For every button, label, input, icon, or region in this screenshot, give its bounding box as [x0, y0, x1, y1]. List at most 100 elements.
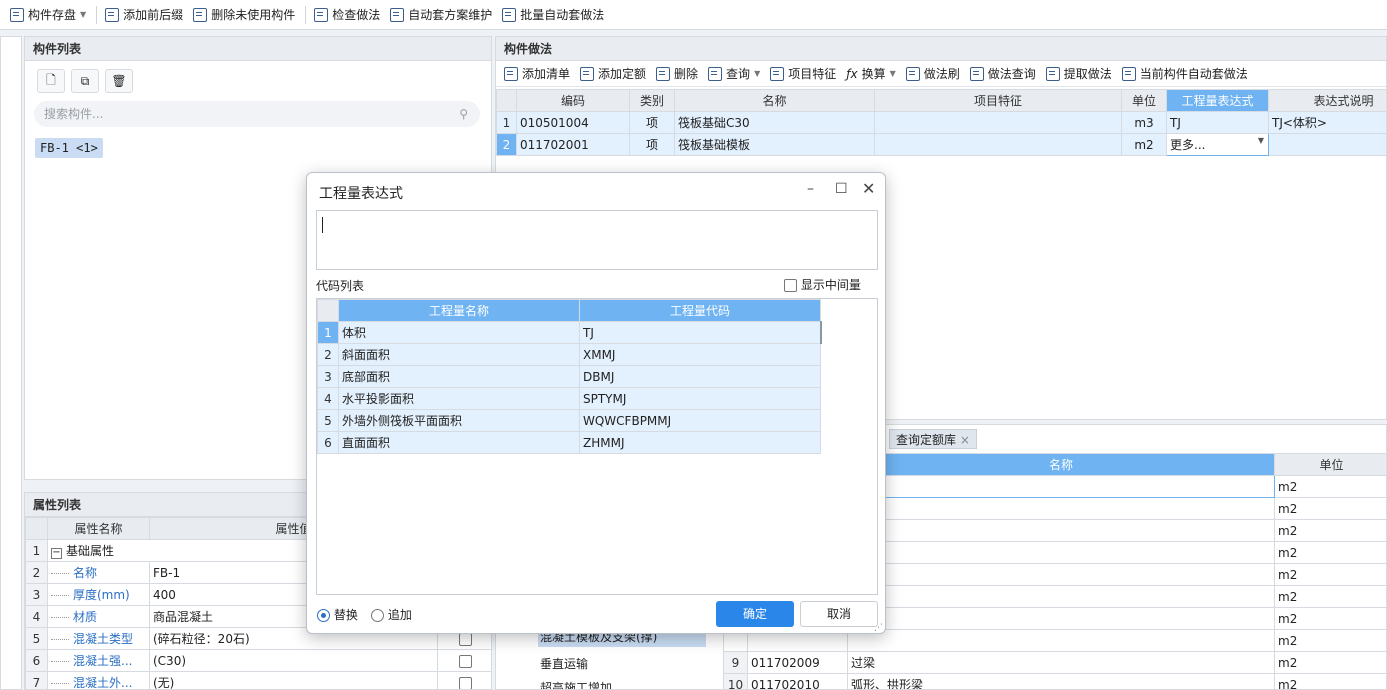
table-header: 编码 类别 名称 项目特征 单位 工程量表达式 表达式说明	[496, 89, 1386, 112]
delete-unused-button[interactable]: 删除未使用构件	[189, 4, 299, 26]
delete-list-icon	[193, 7, 208, 22]
add-quota-icon	[580, 66, 595, 81]
tab-query-quota[interactable]: 查询定额库 ×	[889, 429, 977, 449]
convert-button[interactable]: ƒx 换算 ▼	[842, 63, 900, 85]
table-row[interactable]: 2 斜面面积 XMMJ	[317, 343, 821, 366]
table-row[interactable]: 5 外墙外侧筏板平面面积 WQWCFBPMMJ	[317, 409, 821, 432]
expression-dropdown[interactable]: 更多... ▼	[1166, 133, 1269, 156]
method-brush-button[interactable]: 做法刷	[902, 63, 964, 85]
add-quota-button[interactable]: 添加定额	[576, 63, 650, 85]
tree-item[interactable]: 超高施工增加	[540, 679, 612, 689]
minimize-icon[interactable]: –	[807, 181, 814, 197]
component-search-input[interactable]: 搜索构件... ⚲	[34, 101, 480, 127]
auto-scheme-button[interactable]: 自动套方案维护	[386, 4, 496, 26]
expression-input[interactable]	[316, 210, 878, 270]
list-icon	[105, 7, 120, 22]
delete-component-button[interactable]: 🗑	[105, 69, 133, 93]
brush-icon	[905, 66, 920, 81]
cell-type[interactable]: 项	[629, 133, 675, 156]
column-header[interactable]: 工程量名称	[338, 299, 580, 322]
radio-replace[interactable]: 替换	[317, 606, 358, 623]
column-header[interactable]: 名称	[674, 89, 875, 112]
column-header[interactable]: 类别	[629, 89, 675, 112]
cell-unit[interactable]: m2	[1121, 133, 1167, 156]
column-header[interactable]: 单位	[1274, 453, 1386, 476]
trash-icon: 🗑	[111, 74, 127, 88]
cell-unit[interactable]: m3	[1121, 111, 1167, 134]
table-row[interactable]: 7 混凝土外... (无)	[25, 671, 491, 689]
column-header[interactable]: 项目特征	[874, 89, 1122, 112]
table-row[interactable]: 10 011702010 弧形、拱形梁 m2	[723, 673, 1386, 689]
tree-item[interactable]: 垂直运输	[540, 655, 588, 672]
check-method-button[interactable]: 检查做法	[310, 4, 384, 26]
code-list-area: 工程量名称 工程量代码 1 体积 TJ 2 斜面面积 XMMJ 3 底部面积 DBMJ …	[316, 298, 878, 595]
cell-name[interactable]: 筏板基础模板	[674, 133, 875, 156]
close-icon[interactable]: ✕	[862, 179, 875, 198]
column-header[interactable]: 工程量代码	[579, 299, 821, 322]
chevron-down-icon[interactable]: ▼	[890, 69, 896, 78]
copy-component-button[interactable]: ⧉	[71, 69, 99, 93]
cell-feature[interactable]	[874, 133, 1122, 156]
column-header-expression[interactable]: 工程量表达式	[1166, 89, 1269, 112]
header-rownum	[496, 89, 517, 112]
new-component-button[interactable]: 🗋	[37, 69, 65, 93]
close-icon[interactable]: ×	[960, 433, 970, 447]
chevron-down-icon[interactable]: ▼	[754, 69, 760, 78]
extract-method-button[interactable]: 提取做法	[1042, 63, 1116, 85]
show-intermediate-checkbox[interactable]: 显示中间量	[784, 276, 861, 293]
chevron-down-icon[interactable]: ▼	[1258, 136, 1264, 145]
item-feature-button[interactable]: 项目特征	[766, 63, 840, 85]
cell-expression[interactable]: TJ	[1166, 111, 1269, 134]
delete-button[interactable]: 删除	[652, 63, 702, 85]
table-row[interactable]: 2 011702001 项 筏板基础模板 m2 更多... ▼	[496, 133, 1386, 156]
method-table: 编码 类别 名称 项目特征 单位 工程量表达式 表达式说明 1 01050100…	[496, 89, 1386, 156]
attr-checkbox[interactable]	[459, 654, 472, 668]
current-auto-button[interactable]: 当前构件自动套做法	[1118, 63, 1252, 85]
column-header[interactable]: 单位	[1121, 89, 1167, 112]
attr-checkbox[interactable]	[459, 632, 472, 646]
radio-append[interactable]: 追加	[371, 606, 412, 623]
table-row[interactable]: 1 010501004 项 筏板基础C30 m3 TJ TJ<体积>	[496, 111, 1386, 134]
attr-checkbox[interactable]	[459, 676, 472, 689]
scheme-icon	[390, 7, 405, 22]
cancel-button[interactable]: 取消	[800, 601, 878, 627]
search-icon[interactable]: ⚲	[459, 101, 468, 127]
save-component-button[interactable]: 构件存盘 ▼	[6, 4, 90, 26]
table-row[interactable]: 6 直面面积 ZHMMJ	[317, 431, 821, 454]
query-icon	[708, 66, 723, 81]
method-query-icon	[969, 66, 984, 81]
table-row[interactable]: 6 混凝土强... (C30)	[25, 649, 491, 672]
resize-grip-icon[interactable]: ⋰	[874, 623, 883, 633]
cell-desc[interactable]: TJ<体积>	[1268, 111, 1386, 134]
column-header[interactable]: 表达式说明	[1268, 89, 1386, 112]
trash-icon	[656, 66, 671, 81]
cell-feature[interactable]	[874, 111, 1122, 134]
copy-icon: ⧉	[80, 73, 90, 88]
cell-type[interactable]: 项	[629, 111, 675, 134]
maximize-icon[interactable]: ☐	[835, 181, 848, 197]
collapse-icon[interactable]: −	[51, 548, 62, 559]
query-button[interactable]: 查询 ▼	[704, 63, 764, 85]
add-prefix-suffix-button[interactable]: 添加前后缀	[101, 4, 187, 26]
batch-auto-button[interactable]: 批量自动套做法	[498, 4, 608, 26]
component-toolbar: 🗋 ⧉ 🗑	[37, 69, 139, 93]
column-header[interactable]: 名称	[847, 453, 1275, 476]
toolbar-divider	[305, 5, 307, 24]
table-row[interactable]: 4 水平投影面积 SPTYMJ	[317, 387, 821, 410]
cell-name[interactable]: 筏板基础C30	[674, 111, 875, 134]
cell-code[interactable]: 011702001	[516, 133, 630, 156]
component-tag-fb1[interactable]: FB-1 <1>	[35, 138, 103, 158]
fx-icon: ƒx	[846, 66, 858, 81]
table-row[interactable]: 9 011702009 过梁 m2	[723, 651, 1386, 674]
add-list-button[interactable]: 添加清单	[500, 63, 574, 85]
ok-button[interactable]: 确定	[716, 601, 794, 627]
method-query-button[interactable]: 做法查询	[966, 63, 1040, 85]
chevron-down-icon[interactable]: ▼	[80, 10, 86, 19]
cell-desc[interactable]	[1268, 133, 1386, 156]
column-header[interactable]: 属性名称	[47, 517, 150, 540]
table-row[interactable]: 3 底部面积 DBMJ	[317, 365, 821, 388]
left-edge-panel	[0, 36, 22, 690]
column-header[interactable]: 编码	[516, 89, 630, 112]
cell-code[interactable]: 010501004	[516, 111, 630, 134]
table-row[interactable]: 1 体积 TJ	[317, 321, 822, 344]
